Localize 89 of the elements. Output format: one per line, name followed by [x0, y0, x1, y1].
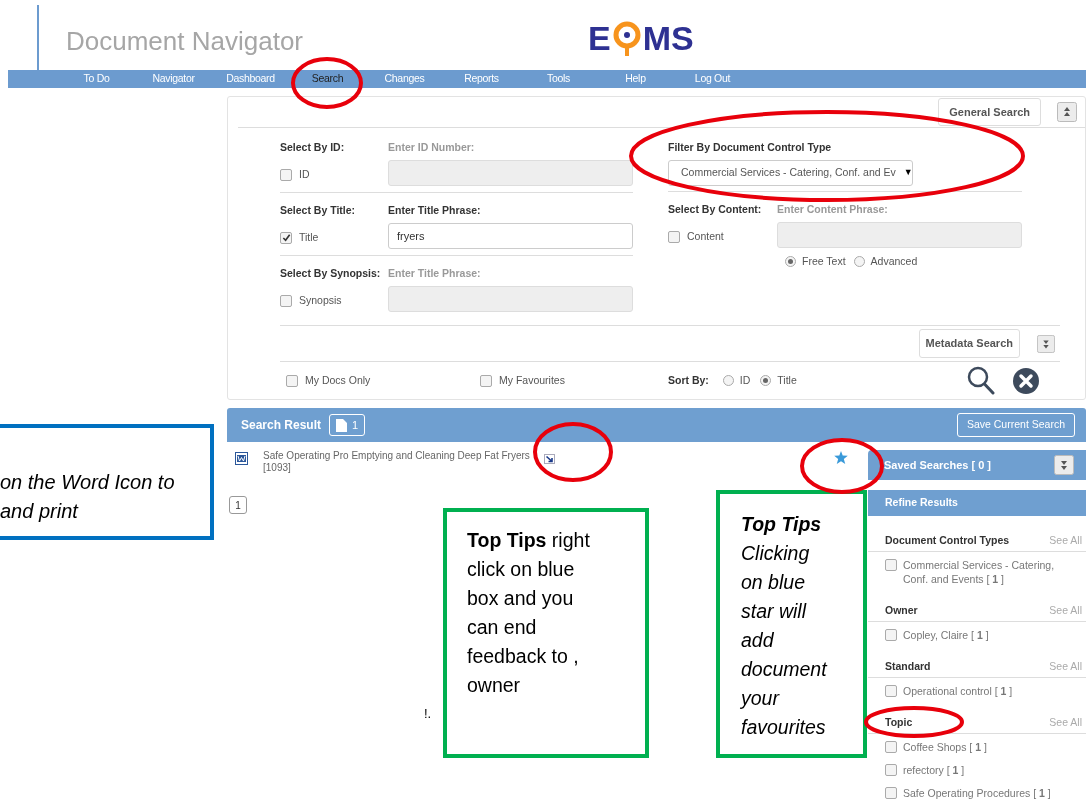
checkbox[interactable]: [280, 294, 292, 307]
sort-label: Sort By:: [668, 372, 709, 388]
section-title: Refine Results: [885, 495, 958, 511]
checkbox[interactable]: [668, 230, 680, 243]
text-field[interactable]: fryers: [388, 223, 633, 249]
filter-group-title: Document Control Types: [885, 532, 1010, 548]
radio-label: Title: [777, 372, 797, 388]
field-label: Select By ID:: [280, 140, 346, 156]
radio-button[interactable]: [760, 375, 772, 387]
section-title: Search Result: [241, 417, 322, 434]
page-button[interactable]: 1: [229, 496, 247, 514]
nav-link[interactable]: Reports: [443, 71, 520, 87]
checkbox[interactable]: [480, 374, 492, 387]
expand-icon[interactable]: [1037, 334, 1055, 353]
radio-button[interactable]: [785, 256, 796, 268]
document-link[interactable]: Safe Operating Pro Emptying and Cleaning Deep Fat Fryers: [263, 450, 530, 462]
field-label: Enter ID Number:: [388, 140, 476, 156]
checkbox[interactable]: [885, 741, 897, 753]
callout-text: on the Word Icon to and print: [0, 470, 176, 524]
checkbox-label: refectory [ 1 ]: [903, 763, 966, 777]
checkbox[interactable]: [280, 169, 292, 182]
checkbox-label: Synopsis: [299, 292, 342, 308]
saved-searches-header[interactable]: Saved Searches [ 0 ]: [868, 450, 1086, 480]
radio-label: ID: [739, 372, 751, 388]
checkbox[interactable]: [286, 374, 298, 387]
checkbox-label: ID: [299, 167, 310, 183]
checkbox-label: Title: [299, 230, 319, 245]
see-all-link[interactable]: See All: [1049, 658, 1082, 675]
clear-icon[interactable]: [1011, 366, 1040, 395]
checkbox-label: Coffee Shops [ 1 ]: [903, 740, 988, 754]
checkbox-label: My Favourites: [499, 372, 565, 388]
collapse-icon[interactable]: [1057, 102, 1077, 123]
checkbox-label: Content: [687, 229, 724, 244]
page-title: Document Navigator: [66, 28, 303, 54]
checkbox[interactable]: [885, 787, 897, 799]
feedback-icon[interactable]: [543, 454, 555, 464]
section-title: Saved Searches [ 0 ]: [884, 457, 991, 473]
field-label: Select By Title:: [280, 203, 357, 219]
filter-group-title: Standard: [885, 658, 931, 674]
checkbox-label: My Docs Only: [305, 372, 371, 388]
document-icon: [336, 418, 348, 432]
word-document-icon[interactable]: [235, 452, 248, 465]
callout-text: Top Tips right click on blue box and you can end feedback to , owner: [467, 528, 591, 698]
checkbox[interactable]: [885, 764, 897, 776]
field-label: Enter Title Phrase:: [388, 266, 482, 281]
logo-text: MS: [642, 21, 694, 55]
see-all-link[interactable]: See All: [1049, 714, 1082, 731]
checkbox-label: Safe Operating Procedures [ 1 ]: [903, 786, 1052, 800]
filter-group-title: Topic: [885, 714, 913, 730]
star-icon[interactable]: [834, 451, 848, 464]
nav-link[interactable]: Search: [289, 71, 366, 87]
radio-label: Free Text: [802, 254, 846, 269]
nav-link[interactable]: Help: [597, 71, 674, 87]
field-label: Enter Title Phrase:: [388, 203, 482, 219]
checkbox[interactable]: [885, 559, 897, 571]
nav-link[interactable]: Tools: [520, 71, 597, 87]
callout-text: Top Tips Clicking on blue star will add document your favourites: [741, 512, 829, 740]
field-label: Enter Content Phrase:: [777, 202, 889, 218]
checkbox-label: Commercial Services - Catering, Conf. and Events [ 1 ]: [903, 558, 1056, 586]
radio-label: Advanced: [870, 254, 918, 269]
nav-link[interactable]: Changes: [366, 71, 443, 87]
field-label: Select By Content:: [668, 202, 763, 218]
general-search-button[interactable]: General Search: [938, 98, 1041, 127]
highlight-ellipse: [291, 57, 363, 109]
logo-text: E: [588, 21, 611, 55]
save-search-button[interactable]: Save Current Search: [956, 413, 1075, 437]
nav-link[interactable]: To Do: [58, 71, 135, 87]
see-all-link[interactable]: See All: [1049, 532, 1082, 549]
metadata-search-button[interactable]: Metadata Search: [918, 329, 1020, 359]
checkbox[interactable]: [885, 629, 897, 641]
expand-icon[interactable]: [1054, 455, 1074, 475]
checkbox[interactable]: [280, 231, 292, 244]
search-icon[interactable]: [966, 365, 995, 396]
filter-group-title: Owner: [885, 602, 918, 618]
see-all-link[interactable]: See All: [1049, 602, 1082, 619]
field-label: Filter By Document Control Type: [668, 140, 833, 156]
checkbox-label: Operational control [ 1 ]: [903, 684, 1014, 698]
dropdown[interactable]: Commercial Services - Catering, Conf. and Ev ▼: [668, 160, 913, 187]
radio-button[interactable]: [853, 256, 865, 268]
radio-button[interactable]: [722, 375, 734, 387]
nav-link[interactable]: Log Out: [674, 71, 751, 87]
stray-text: !.: [424, 705, 432, 723]
result-count-badge: 1: [329, 414, 366, 436]
nav-link[interactable]: Navigator: [135, 71, 212, 87]
field-label: Select By Synopsis:: [280, 266, 382, 281]
checkbox[interactable]: [885, 685, 897, 697]
document-id: [1093]: [263, 462, 292, 474]
nav-link[interactable]: Dashboard: [212, 71, 289, 87]
checkbox-label: Copley, Claire [ 1 ]: [903, 628, 990, 642]
